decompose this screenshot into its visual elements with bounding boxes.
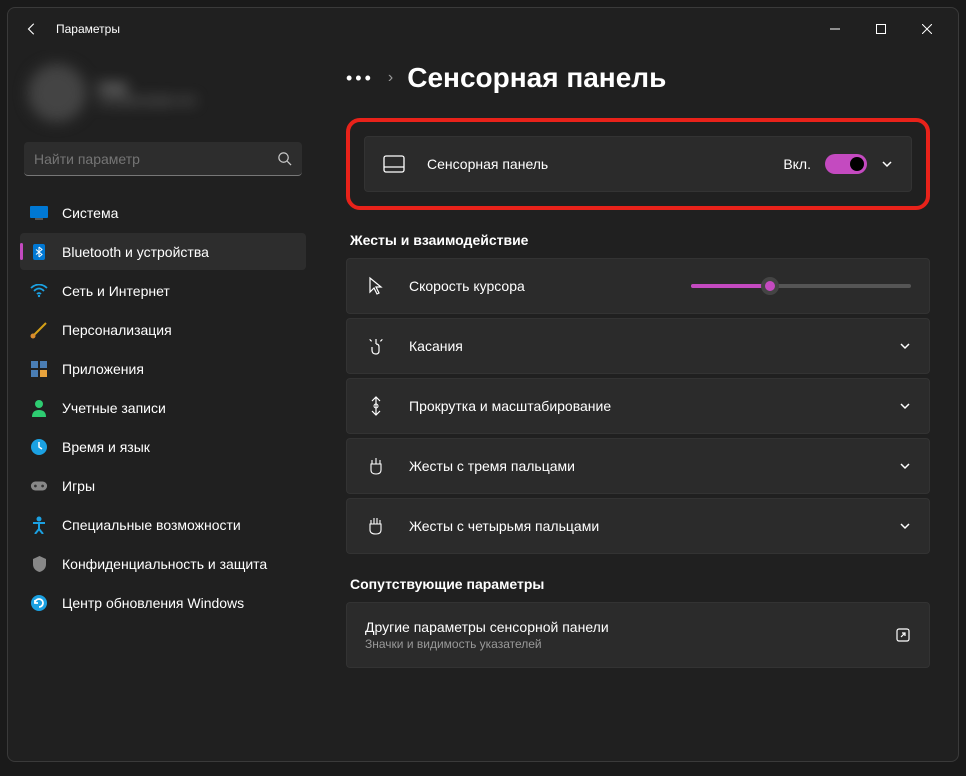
nav-label: Сеть и Интернет — [62, 283, 170, 299]
nav-label: Bluetooth и устройства — [62, 244, 209, 260]
touchpad-label: Сенсорная панель — [427, 156, 761, 172]
touches-label: Касания — [409, 338, 877, 354]
four-finger-icon — [365, 515, 387, 537]
gamepad-icon — [30, 477, 48, 495]
nav-update[interactable]: Центр обновления Windows — [20, 584, 306, 621]
update-icon — [30, 594, 48, 612]
section-related: Сопутствующие параметры — [350, 576, 930, 592]
close-button[interactable] — [904, 13, 950, 45]
nav-gaming[interactable]: Игры — [20, 467, 306, 504]
nav-label: Специальные возможности — [62, 517, 241, 533]
profile-name: User — [98, 79, 196, 95]
slider-thumb[interactable] — [761, 277, 779, 295]
nav-label: Приложения — [62, 361, 144, 377]
nav-system[interactable]: Система — [20, 194, 306, 231]
nav-label: Система — [62, 205, 118, 221]
breadcrumb-overflow[interactable]: ••• — [346, 68, 374, 89]
open-external-icon — [895, 627, 911, 643]
maximize-button[interactable] — [858, 13, 904, 45]
window-controls — [812, 13, 950, 45]
nav-label: Игры — [62, 478, 95, 494]
search-box[interactable] — [24, 142, 302, 176]
cursor-speed-card[interactable]: Скорость курсора — [346, 258, 930, 314]
chevron-down-icon[interactable] — [881, 158, 893, 170]
scroll-icon — [365, 395, 387, 417]
breadcrumb: ••• › Сенсорная панель — [346, 62, 930, 94]
apps-icon — [30, 360, 48, 378]
touchpad-toggle-card[interactable]: Сенсорная панель Вкл. — [364, 136, 912, 192]
nav-apps[interactable]: Приложения — [20, 350, 306, 387]
nav-label: Персонализация — [62, 322, 172, 338]
main-content: ••• › Сенсорная панель Сенсорная панель … — [318, 50, 958, 761]
chevron-down-icon — [899, 400, 911, 412]
clock-icon — [30, 438, 48, 456]
nav-bluetooth[interactable]: Bluetooth и устройства — [20, 233, 306, 270]
arrow-left-icon — [25, 22, 39, 36]
nav-privacy[interactable]: Конфиденциальность и защита — [20, 545, 306, 582]
profile-block[interactable]: User user@example.com — [20, 50, 306, 142]
window-title: Параметры — [56, 22, 120, 36]
cursor-icon — [365, 275, 387, 297]
touches-card[interactable]: Касания — [346, 318, 930, 374]
other-title: Другие параметры сенсорной панели — [365, 619, 873, 635]
three-finger-label: Жесты с тремя пальцами — [409, 458, 877, 474]
toggle-state: Вкл. — [783, 156, 811, 172]
three-finger-card[interactable]: Жесты с тремя пальцами — [346, 438, 930, 494]
nav-label: Конфиденциальность и защита — [62, 556, 267, 572]
minimize-button[interactable] — [812, 13, 858, 45]
chevron-down-icon — [899, 460, 911, 472]
maximize-icon — [876, 24, 886, 34]
system-icon — [30, 204, 48, 222]
other-touchpad-card[interactable]: Другие параметры сенсорной панели Значки… — [346, 602, 930, 668]
scroll-card[interactable]: Прокрутка и масштабирование — [346, 378, 930, 434]
accessibility-icon — [30, 516, 48, 534]
title-bar: Параметры — [8, 8, 958, 50]
page-title: Сенсорная панель — [407, 62, 666, 94]
nav-network[interactable]: Сеть и Интернет — [20, 272, 306, 309]
sidebar: User user@example.com Система Bluetooth … — [8, 50, 318, 761]
shield-icon — [30, 555, 48, 573]
nav-accessibility[interactable]: Специальные возможности — [20, 506, 306, 543]
nav-label: Центр обновления Windows — [62, 595, 244, 611]
chevron-down-icon — [899, 520, 911, 532]
settings-window: Параметры User user@example.com — [7, 7, 959, 762]
search-input[interactable] — [34, 151, 277, 167]
highlight-box: Сенсорная панель Вкл. — [346, 118, 930, 210]
close-icon — [922, 24, 932, 34]
wifi-icon — [30, 282, 48, 300]
avatar — [28, 64, 86, 122]
minimize-icon — [830, 24, 840, 34]
search-icon — [277, 151, 292, 166]
three-finger-icon — [365, 455, 387, 477]
cursor-speed-slider[interactable] — [691, 284, 911, 288]
bluetooth-icon — [30, 243, 48, 261]
tap-icon — [365, 335, 387, 357]
chevron-right-icon: › — [388, 69, 393, 87]
touchpad-toggle[interactable] — [825, 154, 867, 174]
user-icon — [30, 399, 48, 417]
nav-time[interactable]: Время и язык — [20, 428, 306, 465]
nav-list: Система Bluetooth и устройства Сеть и Ин… — [20, 194, 306, 621]
nav-label: Время и язык — [62, 439, 150, 455]
brush-icon — [30, 321, 48, 339]
nav-label: Учетные записи — [62, 400, 166, 416]
nav-personalization[interactable]: Персонализация — [20, 311, 306, 348]
nav-accounts[interactable]: Учетные записи — [20, 389, 306, 426]
scroll-label: Прокрутка и масштабирование — [409, 398, 877, 414]
back-button[interactable] — [16, 13, 48, 45]
cursor-label: Скорость курсора — [409, 278, 629, 294]
profile-email: user@example.com — [98, 95, 196, 107]
four-finger-card[interactable]: Жесты с четырьмя пальцами — [346, 498, 930, 554]
four-finger-label: Жесты с четырьмя пальцами — [409, 518, 877, 534]
section-gestures: Жесты и взаимодействие — [350, 232, 930, 248]
chevron-down-icon — [899, 340, 911, 352]
other-sub: Значки и видимость указателей — [365, 637, 873, 651]
touchpad-icon — [383, 153, 405, 175]
